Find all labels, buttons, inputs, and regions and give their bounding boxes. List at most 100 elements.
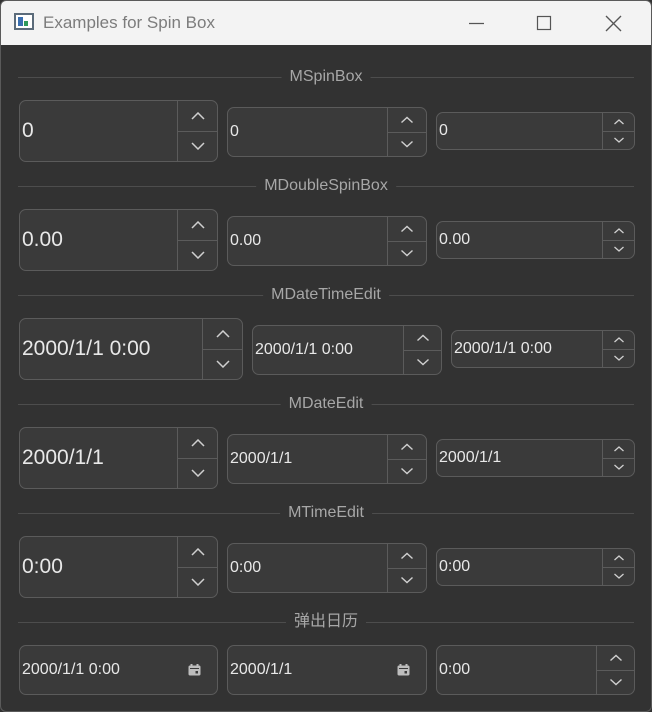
chevron-down-icon [613,464,624,470]
chevron-down-icon [401,249,413,257]
decrement-button[interactable] [603,567,634,585]
chevron-up-icon [613,228,624,234]
chevron-down-icon [215,360,230,368]
chevron-down-icon [613,573,624,579]
decrement-button[interactable] [203,349,242,379]
decrement-button[interactable] [178,240,217,270]
section-title: MDateEdit [280,394,372,414]
chevron-up-icon [609,654,622,662]
datetime-edit-small[interactable]: 2000/1/1 0:00 [451,330,635,368]
chevron-down-icon [613,246,624,252]
time-edit-small[interactable]: 0:00 [436,548,635,586]
section-divider-mspinbox: MSpinBox [18,67,634,87]
spin-box-small[interactable]: 0 [436,112,635,150]
section-title: MDateTimeEdit [263,285,389,305]
increment-button[interactable] [388,435,426,460]
app-window: Examples for Spin Box MSpinBox 0 0 0 MDo… [0,0,652,712]
spin-box-large[interactable]: 0 [19,100,218,162]
decrement-button[interactable] [404,350,441,374]
decrement-button[interactable] [603,458,634,476]
increment-button[interactable] [388,108,426,133]
decrement-button[interactable] [388,241,426,265]
minimize-button[interactable] [442,1,510,45]
increment-button[interactable] [388,217,426,242]
close-icon [605,15,622,32]
increment-button[interactable] [603,222,634,241]
spin-box-medium[interactable]: 0 [227,107,427,157]
popup-datetime-edit[interactable]: 2000/1/1 0:00 [19,645,218,695]
decrement-button[interactable] [178,131,217,161]
chevron-down-icon [613,137,624,143]
maximize-icon [536,15,552,31]
increment-button[interactable] [603,331,634,350]
increment-button[interactable] [178,428,217,459]
double-spin-box-small[interactable]: 0.00 [436,221,635,259]
popup-time-edit[interactable]: 0:00 [436,645,635,695]
increment-button[interactable] [603,549,634,568]
spin-box-value: 0:00 [22,555,63,578]
time-edit-large[interactable]: 0:00 [19,536,218,598]
chevron-down-icon [401,140,413,148]
minimize-icon [469,22,484,25]
popup-date-edit[interactable]: 2000/1/1 [227,645,427,695]
chevron-up-icon [401,116,413,124]
decrement-button[interactable] [388,132,426,156]
spin-box-value: 0.00 [439,231,471,248]
increment-button[interactable] [597,646,634,671]
chevron-down-icon [416,358,429,366]
window-title: Examples for Spin Box [43,13,215,32]
spin-box-value: 0.00 [230,232,262,249]
section-divider-mtimeedit: MTimeEdit [18,503,634,523]
date-edit-large[interactable]: 2000/1/1 [19,427,218,489]
app-window-icon [14,13,34,30]
increment-button[interactable] [603,440,634,459]
chevron-down-icon [190,469,205,477]
datetime-edit-large[interactable]: 2000/1/1 0:00 [19,318,243,380]
chevron-up-icon [401,443,413,451]
chevron-up-icon [190,112,205,120]
chevron-down-icon [401,576,413,584]
spin-box-value: 0 [439,122,448,139]
decrement-button[interactable] [603,240,634,258]
chevron-up-icon [190,548,205,556]
decrement-button[interactable] [603,131,634,149]
calendar-icon[interactable] [397,664,410,676]
increment-button[interactable] [178,537,217,568]
close-button[interactable] [579,1,647,45]
section-title: MDoubleSpinBox [256,176,396,196]
increment-button[interactable] [404,326,441,351]
decrement-button[interactable] [597,670,634,694]
increment-button[interactable] [603,113,634,132]
calendar-icon[interactable] [188,664,201,676]
chevron-down-icon [401,467,413,475]
date-edit-small[interactable]: 2000/1/1 [436,439,635,477]
spin-box-value: 0:00 [230,559,262,576]
decrement-button[interactable] [603,349,634,367]
decrement-button[interactable] [178,458,217,488]
spin-box-value: 2000/1/1 [439,449,502,466]
decrement-button[interactable] [388,459,426,483]
spin-box-value: 0:00 [439,661,471,678]
increment-button[interactable] [178,210,217,241]
double-spin-box-medium[interactable]: 0.00 [227,216,427,266]
decrement-button[interactable] [178,567,217,597]
spin-box-value: 2000/1/1 [22,446,104,469]
chevron-up-icon [416,334,429,342]
date-edit-medium[interactable]: 2000/1/1 [227,434,427,484]
chevron-up-icon [190,221,205,229]
spin-box-value: 2000/1/1 [230,661,293,678]
chevron-down-icon [613,355,624,361]
increment-button[interactable] [178,101,217,132]
title-bar: Examples for Spin Box [1,1,651,45]
increment-button[interactable] [203,319,242,350]
chevron-up-icon [613,119,624,125]
decrement-button[interactable] [388,568,426,592]
chevron-down-icon [190,251,205,259]
increment-button[interactable] [388,544,426,569]
maximize-button[interactable] [510,1,578,45]
datetime-edit-medium[interactable]: 2000/1/1 0:00 [252,325,442,375]
spin-box-value: 2000/1/1 0:00 [22,661,120,678]
time-edit-medium[interactable]: 0:00 [227,543,427,593]
double-spin-box-large[interactable]: 0.00 [19,209,218,271]
spin-box-value: 2000/1/1 [230,450,293,467]
